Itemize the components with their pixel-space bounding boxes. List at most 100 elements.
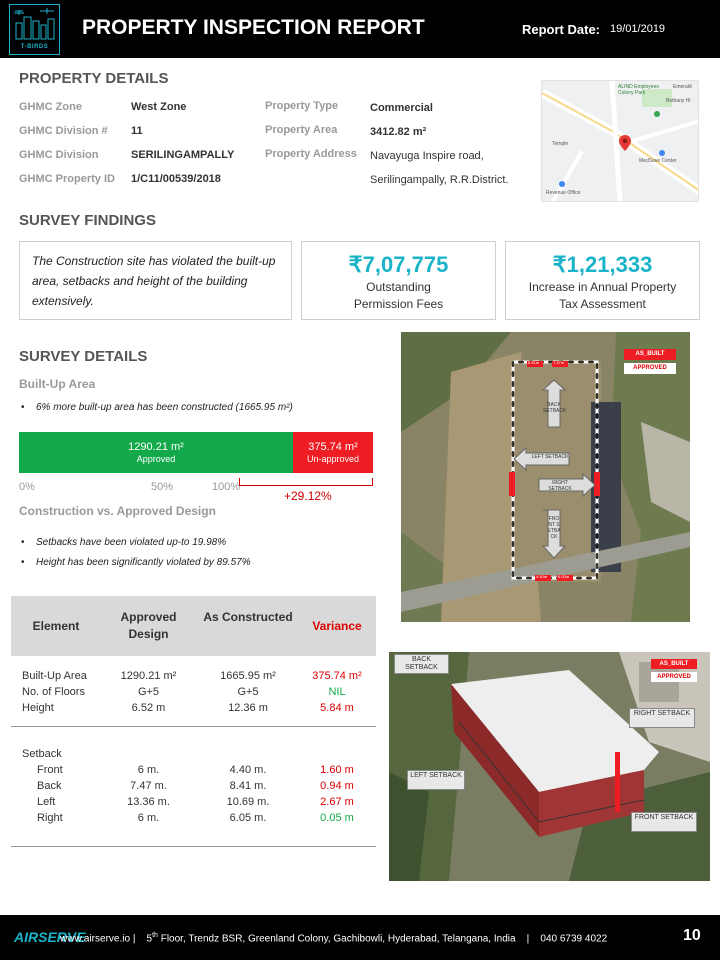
location-map[interactable]: ALIND Employees Colony Park Emerald Beth… (541, 80, 699, 202)
permission-fees-box: ₹7,07,775 Outstanding Permission Fees (301, 241, 496, 320)
permission-fees-caption: Outstanding Permission Fees (302, 279, 495, 313)
row-approved: 1290.21 m² (120, 670, 177, 682)
footer-separator: | (518, 933, 538, 945)
division-value: SERILINGAMPALLY (131, 149, 235, 161)
footer-address: Floor, Trendz BSR, Greenland Colony, Gac… (160, 933, 516, 945)
map-label-bethany: Bethany Hi (666, 98, 691, 104)
row-approved: 6.52 m (131, 702, 166, 714)
division-label: GHMC Division (19, 149, 99, 161)
setback-constructed: 10.69 m. (226, 796, 270, 808)
division-number-value: 11 (131, 125, 143, 137)
dimension-top-left: 8.41m (528, 360, 540, 365)
row-element: Height (22, 702, 54, 714)
property-address-line2: Serilingampally, R.R.District. (370, 174, 509, 186)
front-setback-arrow-label: FRONT SETBACK (547, 516, 561, 540)
excess-percentage: +29.12% (284, 489, 332, 503)
back-setback-arrow-label: BACK SETBACK (543, 402, 567, 414)
tax-increase-caption-line1: Increase in Annual Property (528, 280, 677, 294)
axis-tick-0: 0% (19, 481, 35, 493)
property-details-heading: PROPERTY DETAILS (19, 70, 169, 87)
table-bottom-rule (11, 846, 376, 847)
table-divider (11, 726, 376, 727)
city-skyline-icon (14, 8, 55, 40)
setback-element: Right (37, 812, 63, 824)
unapproved-area-label: Un-approved (306, 454, 360, 464)
approved-area-bar: 1290.21 m² Approved (19, 432, 293, 473)
col-variance: Variance (312, 619, 362, 633)
footer-floor-ordinal: th (152, 932, 158, 939)
approved-legend-badge: APPROVED (651, 672, 697, 682)
as-built-legend-badge: AS_BUILT (624, 349, 676, 360)
construction-vs-design-title: Construction vs. Approved Design (19, 504, 216, 518)
property-id-label: GHMC Property ID (19, 173, 115, 185)
approved-area-label: Approved (136, 454, 176, 464)
row-element: Built-Up Area (22, 670, 87, 682)
page-footer: AIRSERVE www.airserve.io | 5th Floor, Tr… (0, 915, 720, 960)
row-constructed: G+5 (237, 686, 259, 698)
row-variance: 375.74 m² (312, 670, 362, 682)
dimension-bottom-right: 6.00m (558, 574, 570, 579)
setback-bullet: Setbacks have been violated up-to 19.98% (21, 537, 226, 548)
aerial-top-view-photo: AS_BUILT APPROVED BACK SETBACK LEFT SETB… (401, 332, 690, 622)
footer-website[interactable]: www.airserve.io (60, 933, 130, 944)
row-approved: G+5 (137, 686, 160, 698)
height-bullet: Height has been significantly violated b… (21, 557, 251, 568)
location-pin-icon (619, 135, 631, 151)
built-up-area-title: Built-Up Area (19, 377, 96, 391)
footer-separator: | (132, 933, 144, 945)
tax-increase-value: ₹1,21,333 (552, 252, 653, 277)
col-approved: Approved Design (120, 610, 177, 641)
aerial-oblique-graphic (389, 652, 710, 881)
setback-constructed: 6.05 m. (229, 812, 267, 824)
division-number-label: GHMC Division # (19, 125, 108, 137)
footer-phone: 040 6739 4022 (540, 933, 608, 945)
comparison-table-header: Element Approved Design As Constructed V… (11, 596, 376, 656)
unapproved-area-bar: 375.74 m² Un-approved (293, 432, 373, 473)
property-id-value: 1/C11/00539/2018 (131, 173, 221, 185)
page-title: PROPERTY INSPECTION REPORT (82, 16, 425, 39)
col-constructed: As Constructed (203, 610, 293, 624)
row-constructed: 1665.95 m² (220, 670, 276, 682)
logo-text: T-BIRDS (20, 44, 49, 50)
col-element: Element (32, 619, 80, 633)
zone-value: West Zone (131, 101, 187, 113)
approved-legend-badge: APPROVED (624, 363, 676, 374)
setback-variance: 1.60 m (320, 764, 354, 776)
front-setback-callout: FRONT SETBACK (631, 812, 697, 832)
setback-variance: 0.94 m (320, 780, 354, 792)
dimension-top-right: 7.47m (553, 360, 565, 365)
left-setback-callout: LEFT SETBACK (407, 770, 465, 790)
setback-approved: 13.36 m. (127, 796, 170, 808)
report-header: T-BIRDS PROPERTY INSPECTION REPORT Repor… (0, 0, 720, 58)
report-date-value: 19/01/2019 (610, 23, 666, 35)
row-variance: NIL (328, 686, 346, 698)
row-constructed: 12.36 m (228, 702, 268, 714)
unapproved-area-value: 375.74 m² (308, 441, 358, 453)
map-label-park: ALIND Employees Colony Park (618, 84, 659, 96)
finding-summary-text: The Construction site has violated the b… (32, 254, 276, 308)
tax-increase-caption-line2: Tax Assessment (559, 297, 646, 311)
row-element: No. of Floors (22, 686, 85, 698)
setback-variance: 2.67 m (320, 796, 354, 808)
tax-increase-caption: Increase in Annual Property Tax Assessme… (506, 279, 699, 313)
tax-assessment-box: ₹1,21,333 Increase in Annual Property Ta… (505, 241, 700, 320)
map-label-medsave: MedSave Center (639, 158, 677, 164)
setback-approved: 6 m. (137, 764, 160, 776)
setback-element: Back (37, 780, 62, 792)
zone-label: GHMC Zone (19, 101, 82, 113)
aerial-oblique-photo: AS_BUILT APPROVED BACK SETBACK RIGHT SET… (389, 652, 710, 881)
right-setback-callout: RIGHT SETBACK (629, 708, 695, 728)
survey-details-heading: SURVEY DETAILS (19, 348, 148, 365)
built-up-bullet: 6% more built-up area has been construct… (21, 402, 293, 413)
setback-approved: 7.47 m. (130, 780, 167, 792)
axis-tick-100: 100% (212, 481, 241, 493)
dimension-bottom-left: 4.40m (536, 574, 548, 579)
excess-bracket (239, 478, 373, 486)
as-built-legend-badge: AS_BUILT (651, 659, 697, 669)
property-address-line1: Navayuga Inspire road, (370, 150, 484, 162)
axis-tick-50: 50% (151, 481, 174, 493)
left-setback-arrow-label: LEFT SETBACK (531, 454, 569, 460)
setback-element: Left (37, 796, 56, 808)
setback-group-label: Setback (22, 748, 62, 760)
approved-area-value: 1290.21 m² (128, 441, 184, 453)
